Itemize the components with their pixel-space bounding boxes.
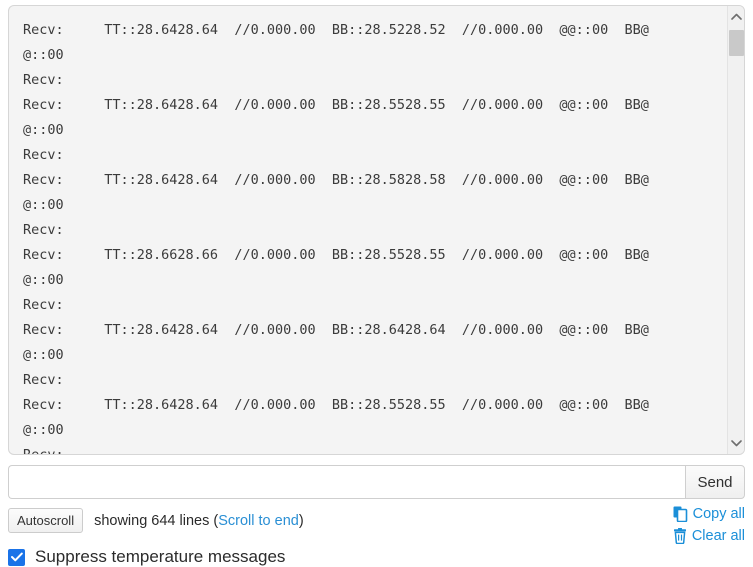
chevron-down-icon [731, 440, 742, 447]
clear-all-label: Clear all [691, 528, 745, 544]
scrollbar-thumb[interactable] [729, 30, 744, 56]
log-line: Recv: [23, 372, 64, 388]
log-line: Recv: [23, 147, 64, 163]
scroll-to-end-link[interactable]: Scroll to end [218, 513, 299, 529]
trash-icon [673, 528, 686, 544]
serial-log-panel[interactable]: Recv: TT::28.6428.64 //0.000.00 BB::28.5… [8, 5, 745, 455]
log-line: @::00 [23, 422, 64, 438]
log-line: Recv: [23, 297, 64, 313]
log-line: @::00 [23, 347, 64, 363]
log-actions: Copy all Clear all [673, 506, 745, 544]
log-line: @::00 [23, 197, 64, 213]
log-line: Recv: [23, 222, 64, 238]
log-scrollbar[interactable] [727, 6, 744, 454]
autoscroll-button[interactable]: Autoscroll [8, 508, 84, 533]
copy-all-label: Copy all [692, 506, 745, 522]
copy-all-button[interactable]: Copy all [673, 506, 745, 522]
log-line: Recv: TT::28.6428.64 //0.000.00 BB::28.5… [23, 397, 649, 413]
scrollbar-up-arrow[interactable] [728, 8, 744, 25]
suppress-temperature-label[interactable]: Suppress temperature messages [35, 547, 285, 567]
send-button[interactable]: Send [685, 465, 745, 499]
suppress-temperature-checkbox[interactable] [8, 548, 25, 566]
status-row: Autoscroll showing 644 lines (Scroll to … [8, 508, 745, 533]
log-line: Recv: TT::28.6428.64 //0.000.00 BB::28.6… [23, 322, 649, 338]
log-line: Recv: TT::28.6428.64 //0.000.00 BB::28.5… [23, 172, 649, 188]
checkmark-icon [10, 552, 23, 562]
log-line: @::00 [23, 122, 64, 138]
serial-monitor-app: Recv: TT::28.6428.64 //0.000.00 BB::28.5… [0, 0, 753, 567]
log-line: Recv: TT::28.6628.66 //0.000.00 BB::28.5… [23, 247, 649, 263]
log-line: Recv: [23, 72, 64, 88]
status-line-count: showing 644 lines (Scroll to end) [94, 513, 304, 529]
log-line: Recv: [9, 443, 726, 454]
log-line: @::00 [23, 272, 64, 288]
closing-paren: ) [298, 512, 304, 529]
scrollbar-down-arrow[interactable] [728, 435, 744, 452]
clear-all-button[interactable]: Clear all [673, 528, 745, 544]
log-line: @::00 [23, 47, 64, 63]
send-input[interactable] [8, 465, 685, 499]
log-line: Recv: TT::28.6428.64 //0.000.00 BB::28.5… [23, 97, 649, 113]
chevron-up-icon [731, 13, 742, 20]
showing-lines-text: showing 644 lines ( [94, 512, 219, 529]
log-scroll-area[interactable]: Recv: TT::28.6428.64 //0.000.00 BB::28.5… [9, 6, 726, 454]
suppress-temperature-row[interactable]: Suppress temperature messages [8, 547, 745, 567]
copy-icon [673, 506, 687, 522]
send-row: Send [8, 465, 745, 499]
log-line: Recv: TT::28.6428.64 //0.000.00 BB::28.5… [23, 22, 649, 38]
